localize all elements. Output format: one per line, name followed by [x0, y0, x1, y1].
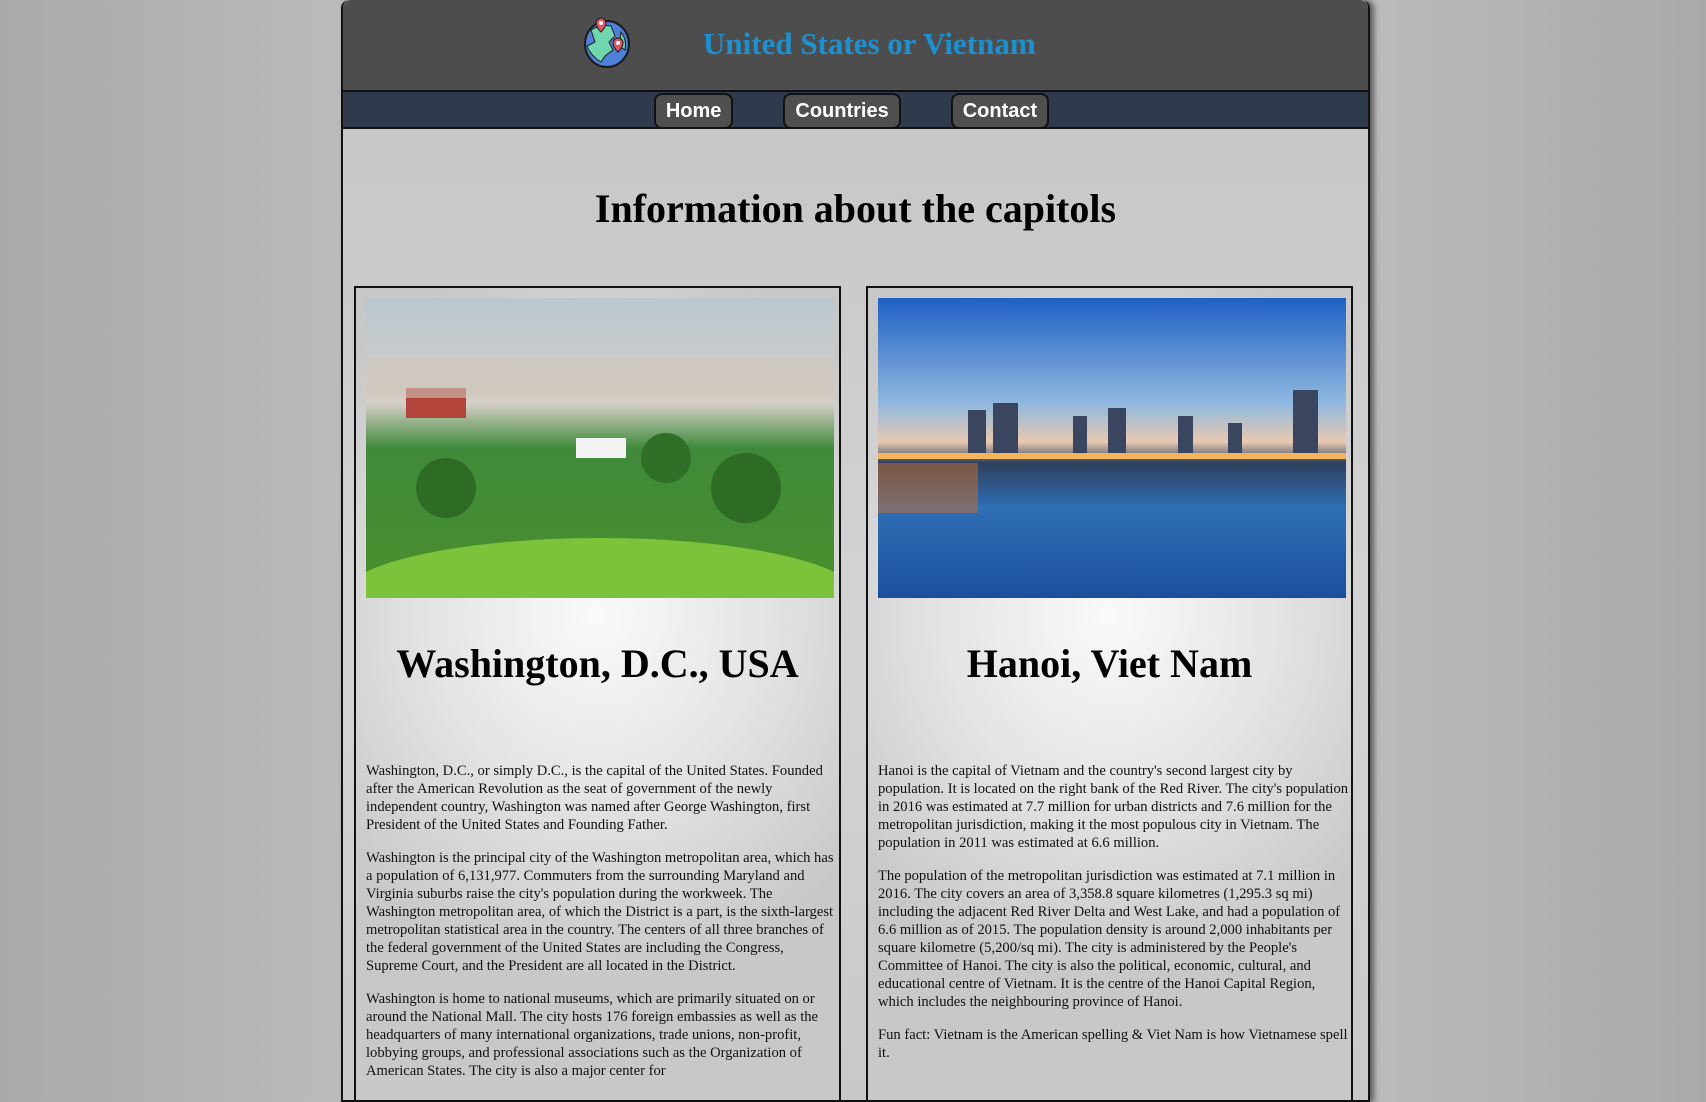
paragraph: Fun fact: Vietnam is the American spelli… [878, 1027, 1348, 1061]
nav-contact[interactable]: Contact [950, 93, 1050, 129]
card-title: Washington, D.C., USA [396, 641, 799, 686]
paragraph: Washington, D.C., or simply D.C., is the… [366, 763, 823, 833]
paragraph: Washington is home to national museums, … [366, 991, 819, 1079]
nav-home[interactable]: Home [653, 93, 734, 129]
globe-with-pins-icon [584, 17, 630, 68]
site-header: United States or Vietnam [343, 0, 1368, 92]
card-hanoi: Hanoi, Viet Nam Hanoi is the capital of … [866, 286, 1353, 1100]
paragraph: Hanoi is the capital of Vietnam and the … [878, 763, 1349, 851]
card-title: Hanoi, Viet Nam [966, 641, 1253, 686]
paragraph: Washington is the principal city of the … [366, 850, 834, 974]
main-nav: Home Countries Contact [343, 92, 1368, 129]
hanoi-image [878, 298, 1346, 598]
card-text: Washington, D.C., or simply D.C., is the… [366, 762, 838, 1095]
page-container: United States or Vietnam Home Countries … [341, 0, 1370, 1102]
card-text: Hanoi is the capital of Vietnam and the … [878, 762, 1350, 1077]
paragraph: The population of the metropolitan juris… [878, 868, 1341, 1010]
nav-countries[interactable]: Countries [783, 93, 901, 129]
page-title: Information about the capitols [594, 186, 1117, 231]
washington-image [366, 298, 834, 598]
site-title: United States or Vietnam [703, 26, 1036, 61]
card-washington: Washington, D.C., USA Washington, D.C., … [354, 286, 841, 1100]
